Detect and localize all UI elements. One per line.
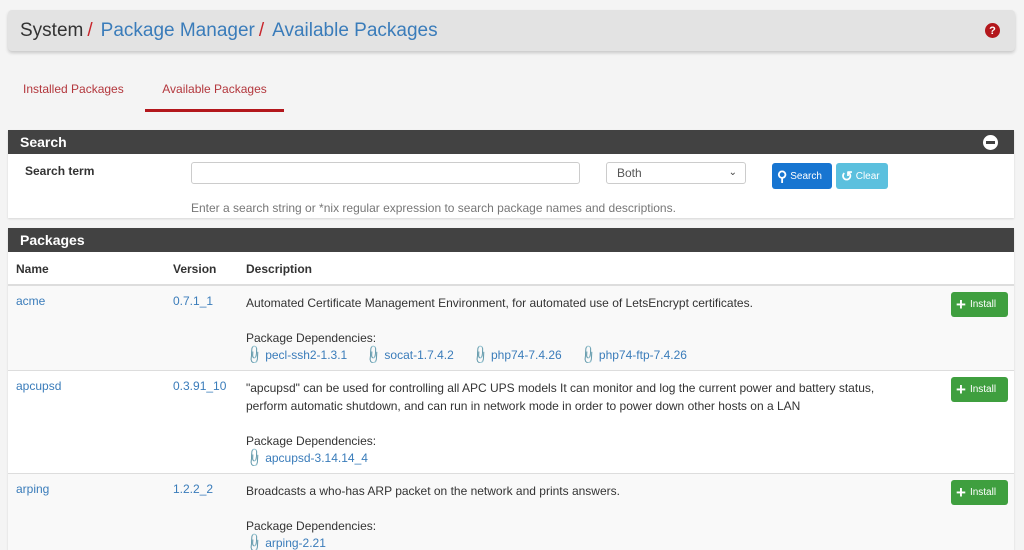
tab-available-packages[interactable]: Available Packages — [145, 78, 284, 112]
packages-panel-heading: Packages — [8, 228, 1014, 252]
search-panel: Search Search term Both ⌄ ⚲ Search ↺ Cle… — [8, 130, 1014, 218]
undo-icon: ↺ — [841, 168, 853, 184]
table-row: arping 1.2.2_2 Broadcasts a who-has ARP … — [8, 473, 1014, 550]
page-header: System / Package Manager / Available Pac… — [8, 10, 1015, 51]
dependency-link[interactable]: 📎 php74-7.4.26 — [469, 344, 562, 366]
package-name-link[interactable]: apcupsd — [16, 379, 61, 393]
install-button-label: Install — [969, 299, 997, 310]
search-term-label: Search term — [25, 164, 95, 178]
dependency-link[interactable]: 📎 apcupsd-3.14.14_4 — [243, 447, 368, 469]
install-button[interactable]: + Install — [951, 377, 1008, 402]
packages-table: Name Version Description acme 0.7.1_1 Au… — [8, 252, 1014, 550]
install-button[interactable]: + Install — [951, 480, 1008, 505]
paperclip-icon: 📎 — [577, 343, 600, 366]
breadcrumb-system: System — [20, 19, 84, 41]
package-version-link[interactable]: 0.7.1_1 — [173, 294, 213, 308]
search-panel-heading: Search — [8, 130, 1014, 154]
plus-icon: + — [956, 380, 966, 399]
dependency-list: 📎 arping-2.21 — [243, 532, 944, 550]
breadcrumb-available-packages[interactable]: Available Packages — [272, 20, 437, 42]
package-version-link[interactable]: 1.2.2_2 — [173, 482, 213, 496]
column-header-name: Name — [8, 252, 173, 286]
search-scope-value: Both — [617, 166, 642, 180]
column-header-version: Version — [173, 252, 246, 286]
dependency-name: php74-7.4.26 — [490, 348, 562, 362]
dependencies-label: Package Dependencies: — [246, 331, 377, 345]
dependencies-label: Package Dependencies: — [246, 434, 377, 448]
table-row: apcupsd 0.3.91_10 "apcupsd" can be used … — [8, 370, 1014, 474]
dependency-name: apcupsd-3.14.14_4 — [265, 451, 368, 465]
paperclip-icon: 📎 — [362, 343, 385, 366]
paperclip-icon: 📎 — [243, 531, 266, 550]
paperclip-icon: 📎 — [243, 446, 266, 469]
search-icon: ⚲ — [777, 168, 788, 184]
minus-circle-icon[interactable] — [983, 135, 998, 150]
package-description: Broadcasts a who-has ARP packet on the n… — [246, 484, 620, 498]
search-button-label: Search — [790, 170, 822, 182]
package-description: Automated Certificate Management Environ… — [246, 296, 753, 310]
search-term-input[interactable] — [191, 162, 580, 184]
dependency-list: 📎 pecl-ssh2-1.3.1 📎 socat-1.7.4.2 📎 php74-7… — [243, 344, 944, 370]
plus-icon: + — [956, 483, 966, 502]
packages-panel: Packages Name Version Description acme 0… — [8, 228, 1014, 550]
search-panel-title: Search — [20, 134, 67, 150]
dependency-list: 📎 apcupsd-3.14.14_4 — [243, 447, 944, 473]
dependency-link[interactable]: 📎 php74-ftp-7.4.26 — [577, 344, 687, 366]
breadcrumb-separator: / — [258, 19, 265, 41]
question-circle-icon[interactable]: ? — [985, 23, 1000, 38]
column-header-description: Description — [246, 252, 944, 286]
paperclip-icon: 📎 — [469, 343, 492, 366]
dependency-link[interactable]: 📎 socat-1.7.4.2 — [363, 344, 454, 366]
dependency-name: pecl-ssh2-1.3.1 — [265, 348, 348, 362]
tab-bar: Installed Packages Available Packages — [8, 78, 284, 112]
dependency-name: php74-ftp-7.4.26 — [598, 348, 687, 362]
packages-panel-title: Packages — [20, 232, 85, 248]
install-button-label: Install — [969, 487, 997, 498]
breadcrumb-package-manager[interactable]: Package Manager — [101, 20, 255, 42]
dependency-link[interactable]: 📎 arping-2.21 — [243, 532, 326, 550]
table-row: acme 0.7.1_1 Automated Certificate Manag… — [8, 284, 1014, 371]
dependency-name: arping-2.21 — [265, 536, 326, 550]
package-name-link[interactable]: arping — [16, 482, 49, 496]
breadcrumb-separator: / — [87, 19, 93, 41]
package-version-link[interactable]: 0.3.91_10 — [173, 379, 226, 393]
plus-icon: + — [956, 295, 966, 314]
install-button-label: Install — [969, 384, 997, 395]
package-description: "apcupsd" can be used for controlling al… — [246, 381, 875, 413]
package-name-link[interactable]: acme — [16, 294, 45, 308]
clear-button[interactable]: ↺ Clear — [836, 163, 888, 189]
tab-installed-packages[interactable]: Installed Packages — [8, 78, 142, 112]
search-scope-select[interactable]: Both ⌄ — [606, 162, 746, 184]
paperclip-icon: 📎 — [243, 343, 266, 366]
dependency-link[interactable]: 📎 pecl-ssh2-1.3.1 — [243, 344, 348, 366]
search-button[interactable]: ⚲ Search — [772, 163, 832, 189]
dependency-name: socat-1.7.4.2 — [384, 348, 454, 362]
chevron-down-icon: ⌄ — [728, 167, 737, 178]
clear-button-label: Clear — [855, 170, 880, 182]
search-help-text: Enter a search string or *nix regular ex… — [191, 201, 676, 215]
install-button[interactable]: + Install — [951, 292, 1008, 317]
dependencies-label: Package Dependencies: — [246, 519, 377, 533]
